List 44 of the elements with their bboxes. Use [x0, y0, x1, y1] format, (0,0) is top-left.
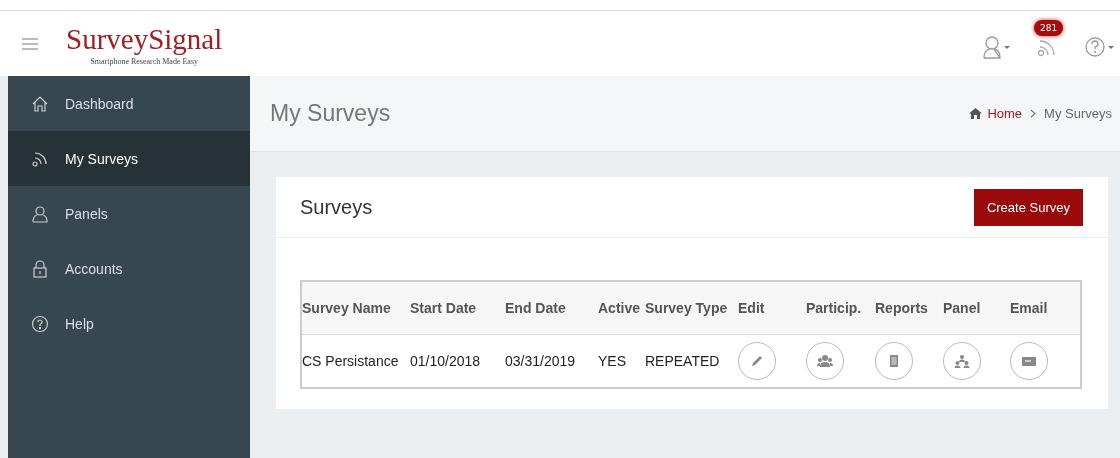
sidebar-item[interactable]: Help: [8, 296, 250, 351]
signal-icon: [31, 149, 49, 168]
column-header: Active: [598, 281, 645, 335]
notification-badge: 281: [1034, 19, 1064, 36]
column-header: Survey Type: [645, 281, 738, 335]
table-cell: YES: [598, 334, 645, 388]
breadcrumb-current: My Surveys: [1044, 106, 1112, 121]
group-icon: [816, 352, 834, 370]
sidebar-item[interactable]: My Surveys: [8, 131, 250, 186]
table-cell: REPEATED: [645, 334, 738, 388]
home-icon: [31, 94, 49, 113]
column-header: Email: [1010, 281, 1081, 335]
user-menu-icon[interactable]: [982, 34, 1012, 59]
sidebar-item[interactable]: Accounts: [8, 241, 250, 296]
lock-icon: [31, 259, 49, 278]
column-header: Panel: [943, 281, 1010, 335]
page-title: My Surveys: [270, 100, 391, 127]
column-header: Survey Name: [301, 281, 410, 335]
home-icon: [969, 108, 983, 119]
logo[interactable]: SurveySignal: [66, 25, 223, 54]
email-button[interactable]: [1010, 342, 1048, 380]
column-header: End Date: [505, 281, 598, 335]
panel-button[interactable]: [943, 342, 981, 380]
column-header: Reports: [875, 281, 943, 335]
tagline: Smartphone Research Made Easy: [90, 57, 198, 66]
column-header: Edit: [738, 281, 806, 335]
participants-button[interactable]: [806, 342, 844, 380]
column-header: Particip.: [806, 281, 875, 335]
reports-button[interactable]: [875, 342, 913, 380]
team-icon: [953, 352, 971, 370]
table-cell: 01/10/2018: [410, 334, 505, 388]
table-cell: 03/31/2019: [505, 334, 598, 388]
card-title: Surveys: [300, 195, 373, 219]
breadcrumb-link[interactable]: Home: [987, 106, 1023, 121]
column-header: Start Date: [410, 281, 505, 335]
help-icon: [31, 314, 49, 333]
table-cell: CS Persistance: [301, 334, 410, 388]
create-survey-button[interactable]: Create Survey: [973, 188, 1083, 226]
menu-icon[interactable]: [22, 37, 38, 50]
help-menu-icon[interactable]: [1084, 34, 1116, 59]
edit-button[interactable]: [738, 342, 776, 380]
sidebar-item[interactable]: Panels: [8, 186, 250, 241]
sidebar-item[interactable]: Dashboard: [8, 76, 250, 131]
person-icon: [31, 204, 49, 223]
